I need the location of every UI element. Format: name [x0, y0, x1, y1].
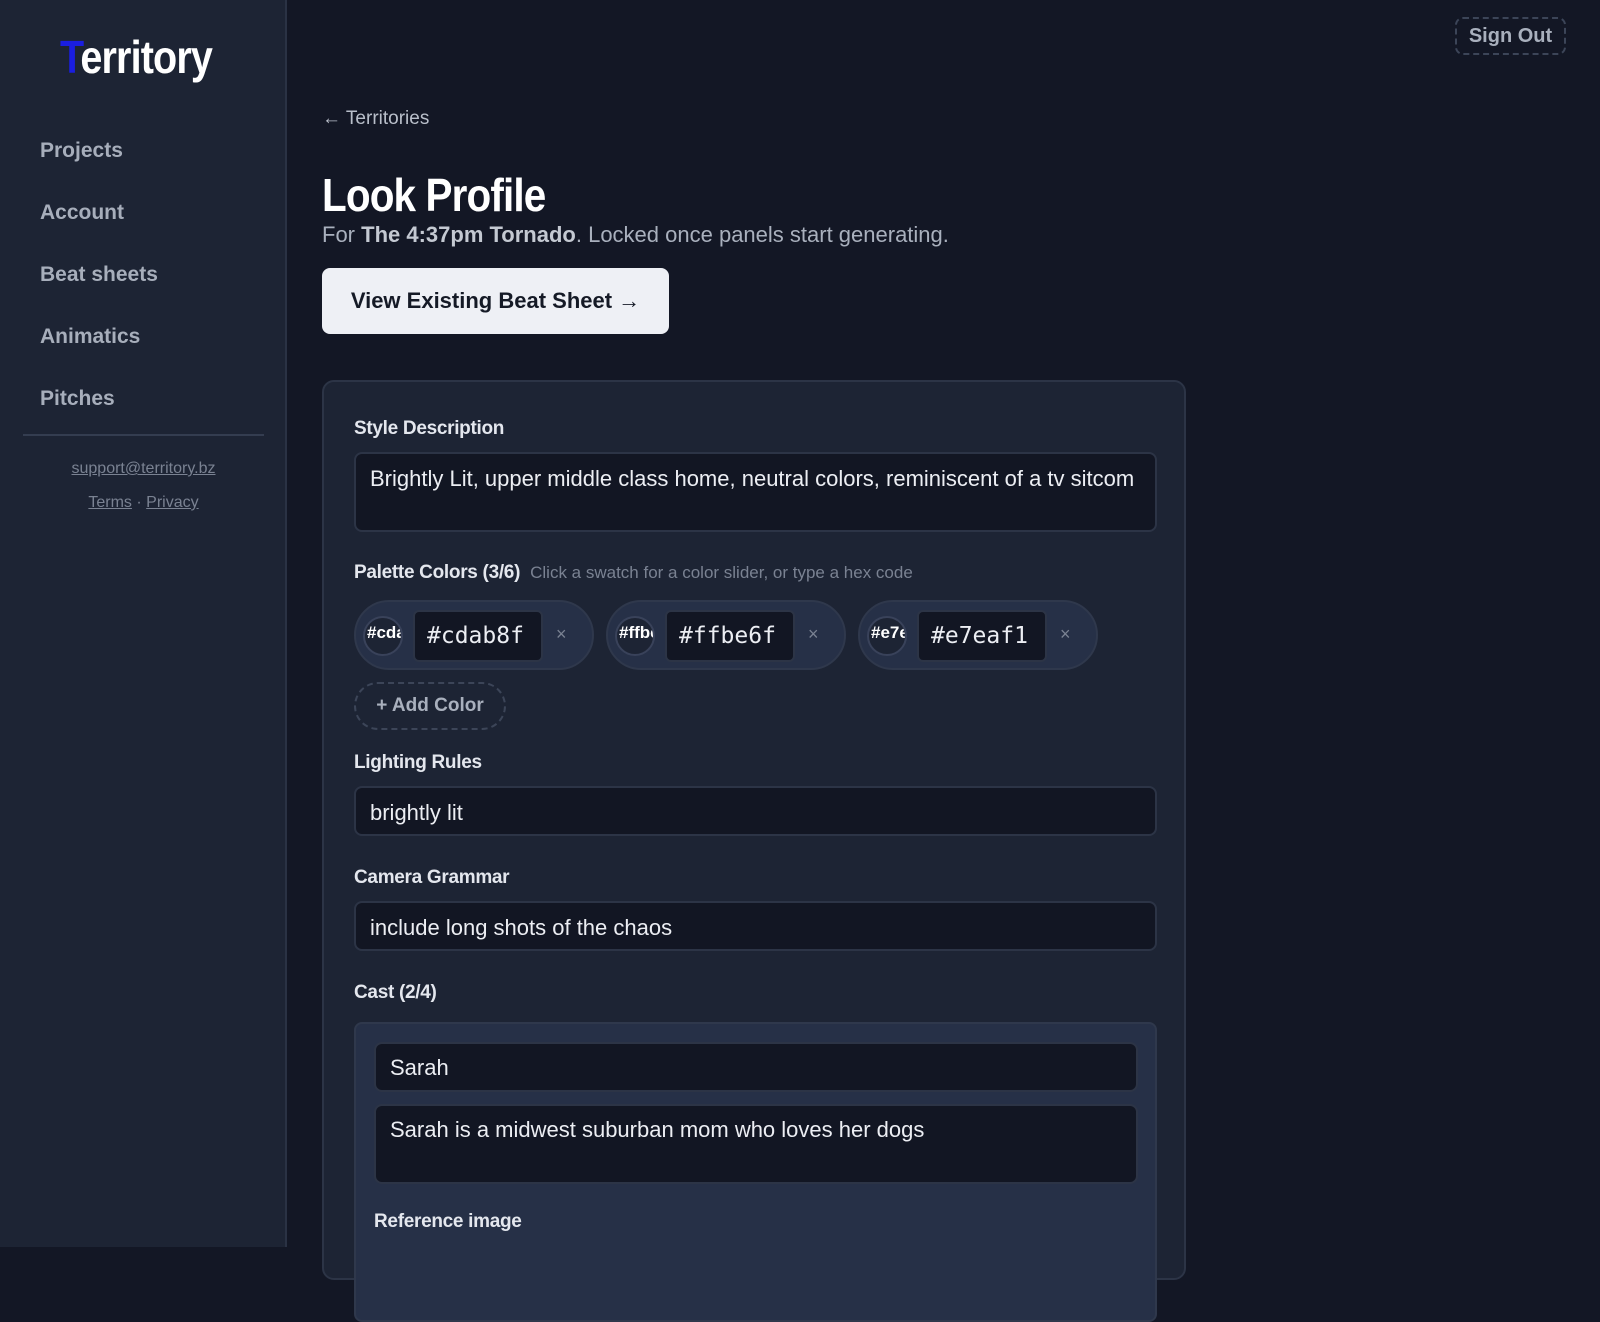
camera-grammar-label: Camera Grammar — [354, 867, 510, 888]
terms-link[interactable]: Terms — [88, 494, 132, 511]
sidebar-item-pitches[interactable]: Pitches — [40, 384, 158, 446]
sidebar-item-account[interactable]: Account — [40, 198, 158, 260]
support-line: support@territory.bz — [0, 460, 287, 478]
remove-color-icon[interactable]: × — [808, 624, 819, 645]
legal-separator: · — [136, 494, 142, 511]
view-beat-sheet-button[interactable]: View Existing Beat Sheet → — [322, 268, 669, 334]
palette-chip: #cdab8f #cdab8f × — [354, 600, 594, 670]
color-swatch[interactable]: #ffbe6f — [615, 616, 655, 656]
page-title: Look Profile — [322, 169, 546, 221]
palette-colors-label: Palette Colors (3/6) Click a swatch for a… — [354, 562, 913, 584]
palette-colors-title: Palette Colors (3/6) — [354, 562, 521, 583]
cast-name-input[interactable]: Sarah — [374, 1042, 1138, 1092]
camera-grammar-input[interactable]: include long shots of the chaos — [354, 901, 1157, 951]
sign-out-button[interactable]: Sign Out — [1455, 17, 1566, 55]
add-color-button[interactable]: + Add Color — [354, 682, 506, 730]
logo-text: erritory — [80, 31, 213, 83]
cast-member-card: Sarah Sarah is a midwest suburban mom wh… — [354, 1022, 1157, 1322]
palette-hint: Click a swatch for a color slider, or ty… — [530, 563, 913, 582]
support-email-link[interactable]: support@territory.bz — [72, 460, 216, 477]
palette-chip: #ffbe6f #ffbe6f × — [606, 600, 846, 670]
style-description-label: Style Description — [354, 418, 505, 439]
subtitle-prefix: For — [322, 222, 362, 247]
sidebar-item-projects[interactable]: Projects — [40, 136, 158, 198]
privacy-link[interactable]: Privacy — [146, 494, 198, 511]
sidebar-item-beat-sheets[interactable]: Beat sheets — [40, 260, 158, 322]
page-subtitle: For The 4:37pm Tornado. Locked once pane… — [322, 222, 949, 248]
hex-input[interactable]: #cdab8f — [413, 610, 543, 662]
logo-accent-letter: T — [60, 31, 81, 83]
back-to-territories-link[interactable]: ← Territories — [322, 108, 429, 130]
color-swatch[interactable]: #e7eaf1 — [867, 616, 907, 656]
sidebar-nav: Projects Account Beat sheets Animatics P… — [40, 136, 158, 446]
remove-color-icon[interactable]: × — [1060, 624, 1071, 645]
sidebar-item-animatics[interactable]: Animatics — [40, 322, 158, 384]
style-description-textarea[interactable]: Brightly Lit, upper middle class home, n… — [354, 452, 1157, 532]
palette-chip: #e7eaf1 #e7eaf1 × — [858, 600, 1098, 670]
legal-links: Terms · Privacy — [0, 494, 287, 512]
cast-description-textarea[interactable]: Sarah is a midwest suburban mom who love… — [374, 1104, 1138, 1184]
color-swatch[interactable]: #cdab8f — [363, 616, 403, 656]
subtitle-suffix: . Locked once panels start generating. — [575, 222, 949, 247]
reference-image-label: Reference image — [374, 1211, 522, 1232]
cast-label: Cast (2/4) — [354, 982, 437, 1003]
sidebar: Territory Projects Account Beat sheets A… — [0, 0, 287, 1247]
subtitle-project-name: The 4:37pm Tornado — [361, 222, 576, 247]
sidebar-divider — [23, 434, 264, 436]
brand-logo[interactable]: Territory — [60, 30, 213, 84]
lighting-rules-label: Lighting Rules — [354, 752, 482, 773]
hex-input[interactable]: #ffbe6f — [665, 610, 795, 662]
lighting-rules-input[interactable]: brightly lit — [354, 786, 1157, 836]
remove-color-icon[interactable]: × — [556, 624, 567, 645]
hex-input[interactable]: #e7eaf1 — [917, 610, 1047, 662]
look-profile-form: Style Description Brightly Lit, upper mi… — [322, 380, 1186, 1322]
